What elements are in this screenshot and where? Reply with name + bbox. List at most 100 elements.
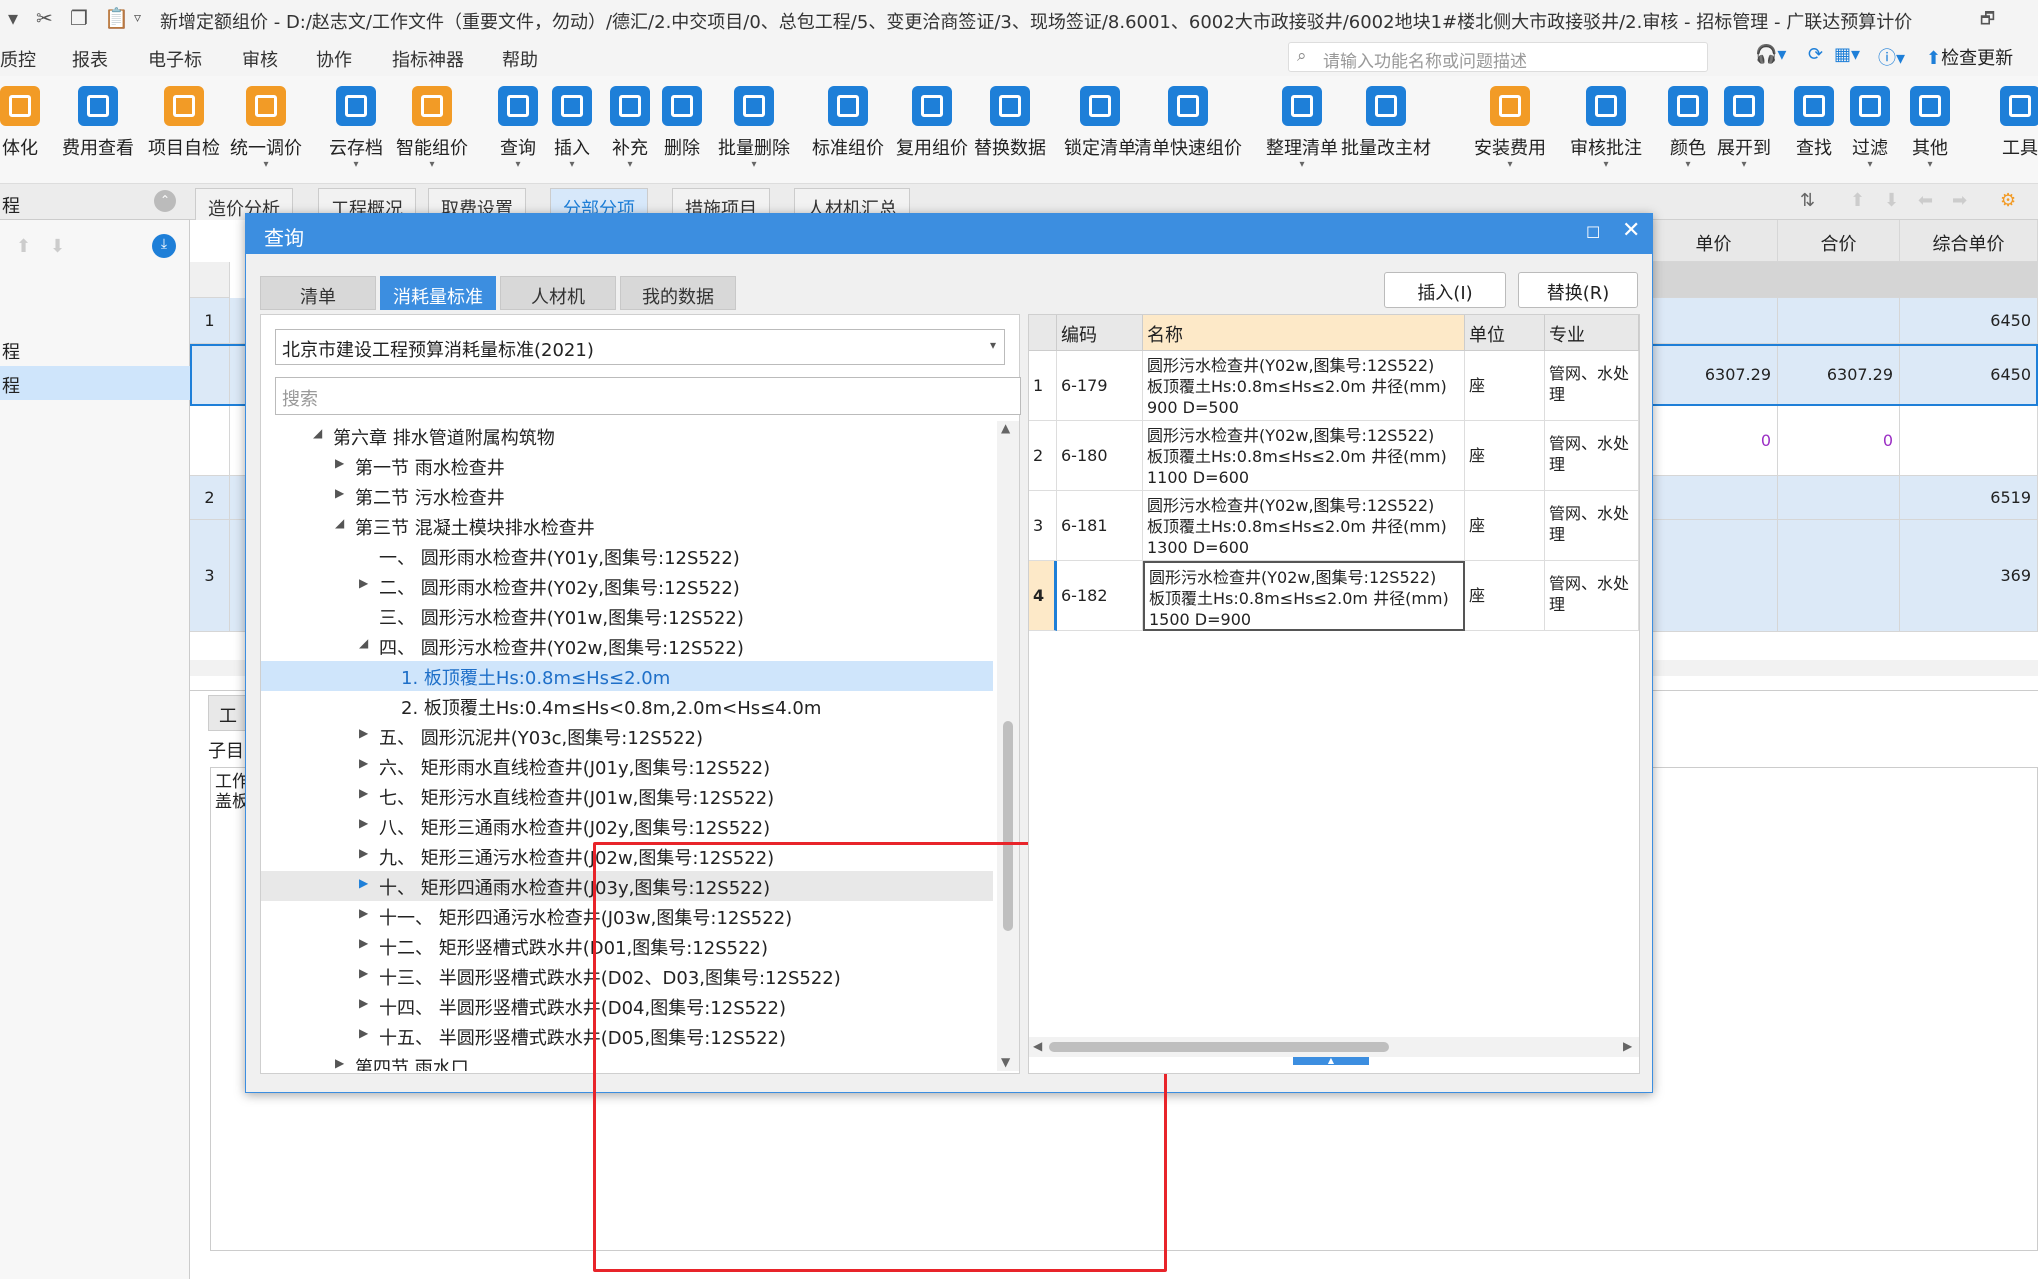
grid-row-number[interactable]: 2 — [190, 476, 230, 520]
toolbar-button-reuse-price[interactable]: 复用组价 — [892, 82, 972, 182]
tab-bill-list[interactable]: 清单 — [260, 276, 376, 310]
info-icon[interactable]: ⓘ▾ — [1878, 44, 1905, 70]
grid-row-marker[interactable] — [230, 406, 246, 476]
scroll-right-icon[interactable]: ▶ — [1623, 1039, 1632, 1053]
tab-labor-material-machine[interactable]: 人材机 — [500, 276, 616, 310]
quota-row-unit[interactable]: 座 — [1465, 351, 1545, 421]
replace-button[interactable]: 替换(R) — [1518, 272, 1638, 308]
expand-arrow-icon[interactable]: ▶ — [359, 786, 368, 800]
menu-item-review[interactable]: 审核 — [242, 46, 278, 72]
tree-node[interactable]: ▶ 六、 矩形雨水直线检查井(J01y,图集号:12S522) — [261, 751, 993, 781]
quota-row-index[interactable]: 1 — [1029, 351, 1057, 421]
expand-arrow-icon[interactable]: ▶ — [335, 456, 344, 470]
quota-row-index[interactable]: 4 — [1029, 561, 1057, 631]
quota-row-code[interactable]: 6-181 — [1057, 491, 1143, 561]
quota-row-major[interactable]: 管网、水处理 — [1545, 561, 1639, 631]
apps-grid-icon[interactable]: ▦▾ — [1834, 44, 1860, 65]
move-right-icon[interactable]: ➡ — [1952, 190, 1967, 211]
toolbar-button-organize-list[interactable]: 整理清单 ▾ — [1262, 82, 1342, 182]
grid-cell-total-price[interactable]: 6307.29 — [1778, 344, 1900, 406]
sort-icon[interactable]: ⇅ — [1800, 190, 1815, 211]
tree-node[interactable]: 三、 圆形污水检查井(Y01w,图集号:12S522) — [261, 601, 993, 631]
menu-item-index-tool[interactable]: 指标神器 — [392, 46, 464, 72]
paste-icon[interactable]: 📋 — [104, 6, 129, 30]
menu-item-quality[interactable]: 质控 — [0, 46, 36, 72]
grid-row-marker[interactable] — [230, 344, 246, 406]
quota-row-unit[interactable]: 座 — [1465, 421, 1545, 491]
expand-arrow-icon[interactable]: ▶ — [335, 486, 344, 500]
copy-icon[interactable]: ❐ — [70, 6, 88, 30]
quota-row-unit[interactable]: 座 — [1465, 561, 1545, 631]
standard-select[interactable]: 北京市建设工程预算消耗量标准(2021) ▾ — [275, 329, 1005, 365]
grid-row-marker[interactable] — [230, 476, 246, 520]
project-tree-item-selected[interactable]: 程 — [0, 366, 190, 400]
quota-row-index[interactable]: 3 — [1029, 491, 1057, 561]
tree-node[interactable]: ◢ 四、 圆形污水检查井(Y02w,图集号:12S522) — [261, 631, 993, 661]
grid-cell-comp-unit-price[interactable]: 6519 — [1900, 476, 2038, 520]
tree-node[interactable]: 1. 板顶覆土Hs:0.8m≤Hs≤2.0m — [261, 661, 993, 691]
tree-node[interactable]: ◢ 第三节 混凝土模块排水检查井 — [261, 511, 993, 541]
toolbar-button-smart-price[interactable]: 智能组价 ▾ — [392, 82, 472, 182]
grid-row-marker[interactable] — [230, 298, 246, 344]
tree-node[interactable]: 2. 板顶覆土Hs:0.4m≤Hs<0.8m,2.0m<Hs≤4.0m — [261, 691, 993, 721]
dropdown-icon[interactable]: ▾ — [8, 6, 18, 30]
refresh-icon[interactable]: ⟳ — [1808, 44, 1823, 65]
grid-row-number[interactable]: 1 — [190, 298, 230, 344]
expand-arrow-icon[interactable]: ▶ — [359, 726, 368, 740]
tab-consumption-standard[interactable]: 消耗量标准 — [380, 276, 496, 310]
collapse-panel-icon[interactable]: ⌃ — [154, 190, 176, 212]
quota-row-code[interactable]: 6-179 — [1057, 351, 1143, 421]
quota-row-major[interactable]: 管网、水处理 — [1545, 491, 1639, 561]
toolbar-button-standard-price[interactable]: 标准组价 — [808, 82, 888, 182]
headset-icon[interactable]: 🎧▾ — [1755, 44, 1786, 65]
move-left-icon[interactable]: ⬅ — [1918, 190, 1933, 211]
grid-cell-comp-unit-price[interactable]: 369 — [1900, 520, 2038, 632]
expand-arrow-icon[interactable]: ▶ — [359, 936, 368, 950]
list-horizontal-scrollbar[interactable]: ◀ ▶ — [1029, 1037, 1639, 1057]
tree-search-input[interactable]: 搜索 — [275, 377, 1021, 415]
toolbar-button-lock-list[interactable]: 锁定清单 — [1060, 82, 1140, 182]
menu-item-report[interactable]: 报表 — [72, 46, 108, 72]
toolbar-button-expand[interactable]: 展开到 ▾ — [1704, 82, 1784, 182]
toolbar-button-tools[interactable]: 工具 — [1980, 82, 2038, 182]
menu-item-ebid[interactable]: 电子标 — [148, 46, 202, 72]
tree-node[interactable]: ▶ 七、 矩形污水直线检查井(J01w,图集号:12S522) — [261, 781, 993, 811]
toolbar-button-replace-data[interactable]: 替换数据 — [970, 82, 1050, 182]
scroll-left-icon[interactable]: ◀ — [1033, 1039, 1042, 1053]
toolbar-button-cloud-save[interactable]: 云存档 ▾ — [316, 82, 396, 182]
toolbar-button-delete[interactable]: 删除 — [642, 82, 722, 182]
tab-my-data[interactable]: 我的数据 — [620, 276, 736, 310]
expand-arrow-icon[interactable]: ▶ — [359, 576, 368, 590]
quota-row-code[interactable]: 6-180 — [1057, 421, 1143, 491]
tree-node[interactable]: ▶ 八、 矩形三通雨水检查井(J02y,图集号:12S522) — [261, 811, 993, 841]
project-tree-item[interactable]: 程 — [0, 332, 190, 366]
restore-window-icon[interactable]: 🗗 — [1980, 8, 1995, 35]
grid-cell-comp-unit-price[interactable]: 6450 — [1900, 344, 2038, 406]
menu-item-collaborate[interactable]: 协作 — [316, 46, 352, 72]
grid-cell-unit-price[interactable] — [1650, 298, 1778, 344]
quick-access-dropdown-icon[interactable]: ▿ — [134, 10, 141, 26]
menu-item-help[interactable]: 帮助 — [502, 46, 538, 72]
cut-icon[interactable]: ✂ — [36, 6, 53, 30]
toolbar-button-integrate[interactable]: 体化 — [0, 82, 60, 182]
tree-node[interactable]: 一、 圆形雨水检查井(Y01y,图集号:12S522) — [261, 541, 993, 571]
expand-arrow-icon[interactable]: ▶ — [359, 756, 368, 770]
tree-node[interactable]: ▶ 第二节 污水检查井 — [261, 481, 993, 511]
dialog-title-bar[interactable]: 查询 ☐ ✕ — [246, 214, 1652, 254]
expand-arrow-icon[interactable]: ▶ — [335, 1056, 344, 1070]
grid-row-number[interactable]: 3 — [190, 520, 230, 632]
horizontal-scrollbar-thumb[interactable] — [1049, 1042, 1389, 1052]
function-search-input[interactable]: ⌕ 请输入功能名称或问题描述 — [1288, 42, 1708, 72]
grid-cell-unit-price[interactable] — [1650, 520, 1778, 632]
grid-cell-unit-price[interactable] — [1650, 476, 1778, 520]
collapse-arrow-icon[interactable]: ◢ — [313, 426, 322, 440]
quota-row-name[interactable]: 圆形污水检查井(Y02w,图集号:12S522) 板顶覆土Hs:0.8m≤Hs≤2… — [1143, 421, 1465, 491]
grid-cell-total-price[interactable] — [1778, 520, 1900, 632]
toolbar-button-self-check[interactable]: 项目自检 — [144, 82, 224, 182]
expand-arrow-icon[interactable]: ▶ — [359, 816, 368, 830]
settings-icon[interactable]: ⚙ — [2000, 190, 2016, 211]
quota-row-index[interactable]: 2 — [1029, 421, 1057, 491]
grid-cell-comp-unit-price[interactable]: 6450 — [1900, 298, 2038, 344]
expand-arrow-icon[interactable]: ▶ — [359, 996, 368, 1010]
import-icon[interactable]: ⤓ — [152, 234, 176, 258]
